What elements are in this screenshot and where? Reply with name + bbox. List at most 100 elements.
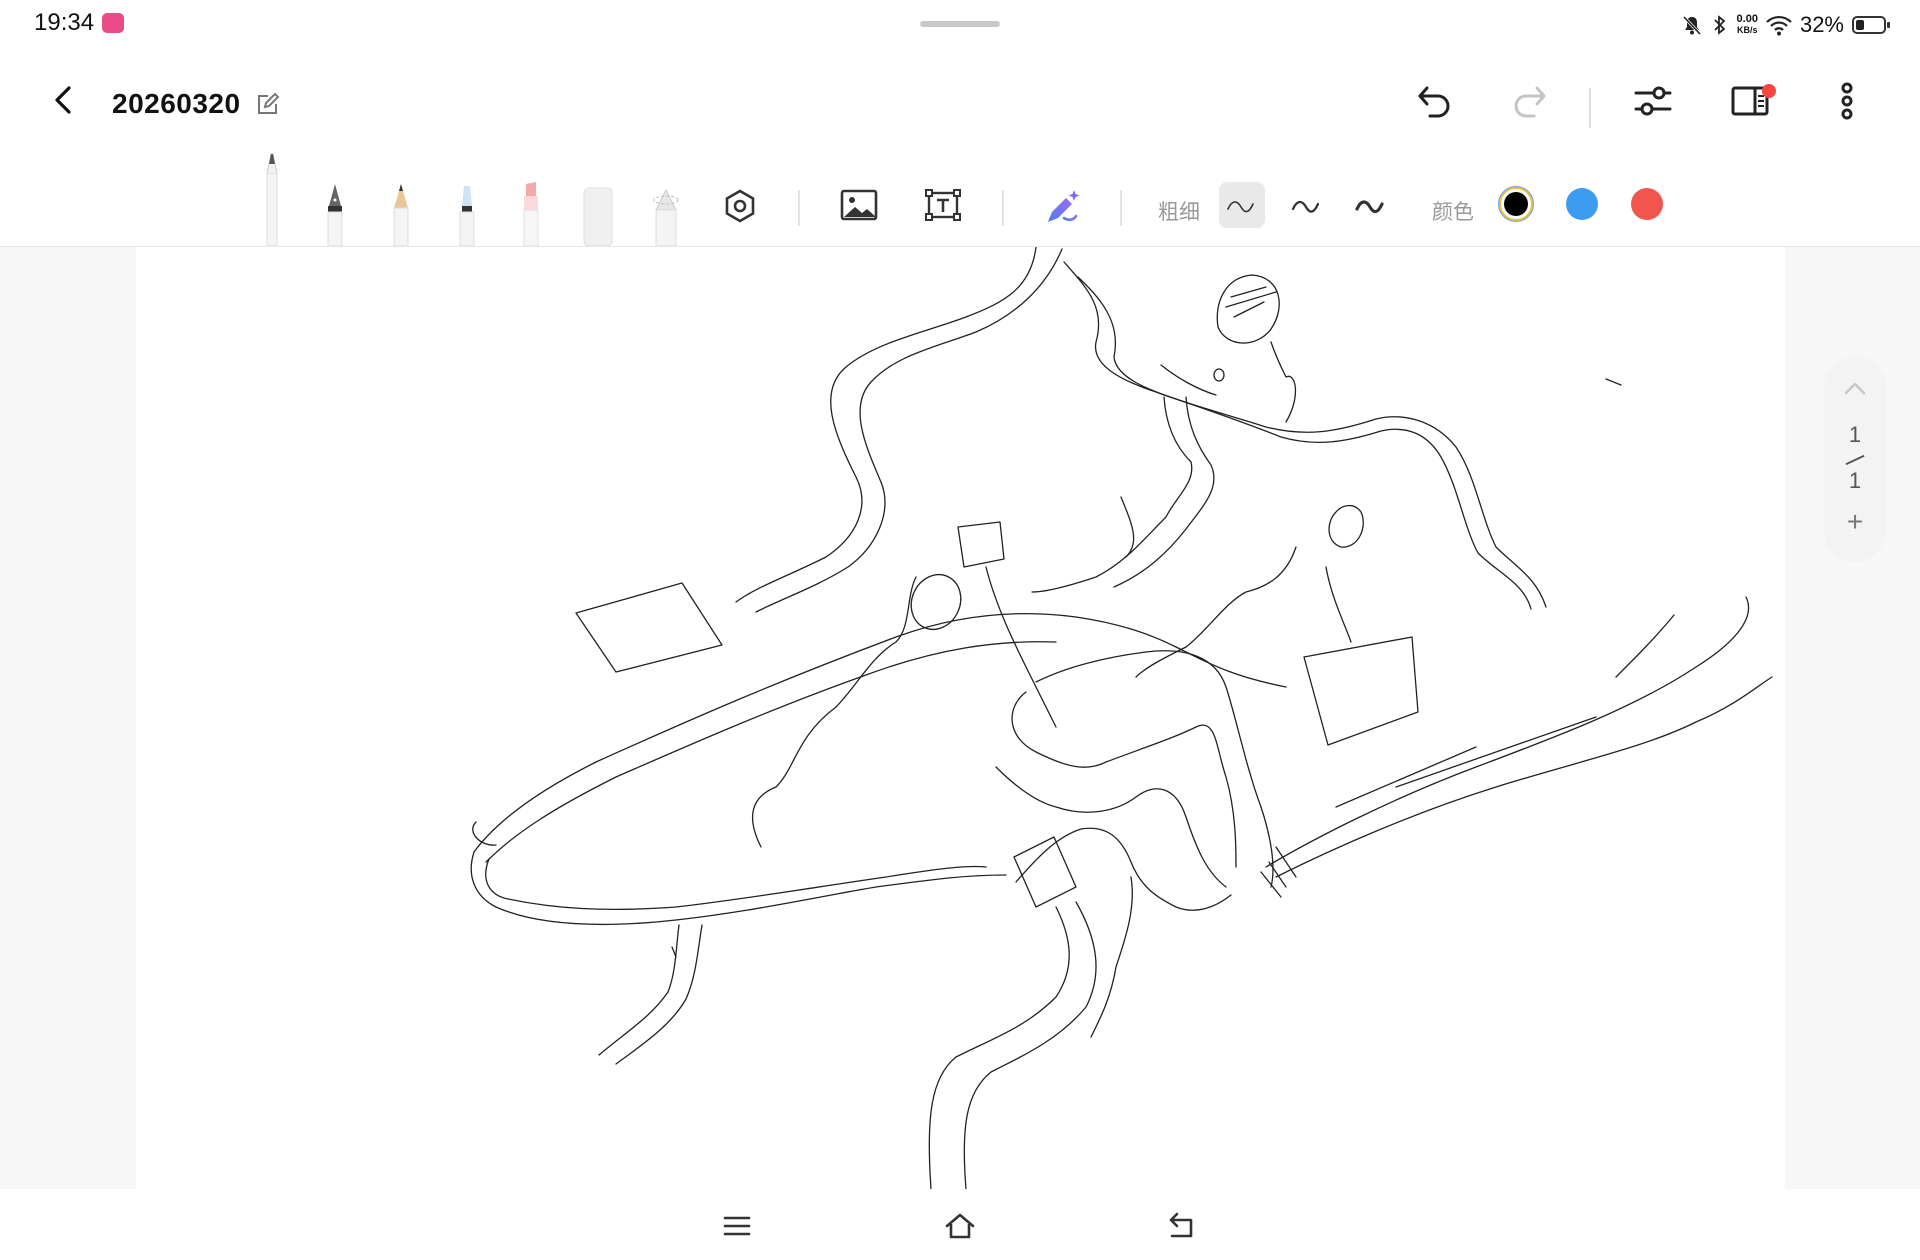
stroke-medium-icon bbox=[1291, 200, 1320, 213]
undo-icon[interactable] bbox=[1412, 78, 1458, 124]
sketch-stroke bbox=[928, 906, 1070, 1189]
ballpoint-pen-tool[interactable] bbox=[256, 152, 288, 246]
total-page-count: 1 bbox=[1848, 468, 1862, 493]
network-speed-unit: KB/s bbox=[1736, 25, 1758, 35]
sketch-stroke bbox=[575, 582, 723, 673]
drag-handle[interactable] bbox=[920, 21, 1000, 27]
sketch-stroke bbox=[615, 924, 703, 1065]
sketch-stroke bbox=[1063, 261, 1547, 608]
stroke-medium-button[interactable] bbox=[1284, 182, 1330, 228]
system-navigation-bar bbox=[0, 1189, 1920, 1260]
sketch-stroke bbox=[1275, 676, 1773, 878]
status-time: 19:34 bbox=[34, 9, 95, 36]
mute-icon bbox=[1682, 15, 1701, 36]
add-page-button[interactable]: + bbox=[1824, 506, 1886, 538]
sketch-stroke bbox=[1260, 846, 1297, 898]
sketch-stroke bbox=[957, 521, 1005, 568]
fountain-pen-tool[interactable] bbox=[320, 182, 350, 246]
battery-icon bbox=[1852, 16, 1890, 34]
sketch-stroke bbox=[735, 247, 1037, 603]
sketch-stroke bbox=[751, 576, 917, 848]
shape-tool-icon[interactable] bbox=[722, 188, 758, 224]
current-page-number: 1 bbox=[1848, 422, 1862, 447]
sketch-stroke bbox=[1335, 716, 1597, 808]
sketch-stroke bbox=[1031, 396, 1193, 593]
toolbar-divider bbox=[798, 190, 800, 226]
sketch-stroke bbox=[473, 612, 1287, 853]
canvas-area[interactable] bbox=[0, 247, 1920, 1189]
status-icons: 0.00 KB/s 32% bbox=[1681, 8, 1920, 42]
sketch-stroke bbox=[910, 574, 962, 630]
sketch-stroke bbox=[1113, 396, 1215, 588]
app-notification-icon bbox=[102, 13, 124, 33]
battery-cap bbox=[1887, 22, 1890, 28]
menu-icon[interactable] bbox=[720, 1209, 754, 1243]
marker-tool[interactable] bbox=[452, 182, 482, 246]
sketch-drawing bbox=[470, 247, 1773, 1189]
sketch-stroke bbox=[598, 924, 680, 1056]
page-up-icon[interactable] bbox=[1841, 378, 1869, 398]
sketch-stroke bbox=[1213, 368, 1225, 382]
note-page[interactable] bbox=[136, 247, 1785, 1189]
text-box-icon[interactable] bbox=[924, 188, 962, 222]
eraser-tool[interactable] bbox=[580, 186, 616, 246]
sketch-stroke bbox=[1270, 341, 1297, 423]
battery-percent: 32% bbox=[1799, 12, 1844, 37]
sketch-stroke bbox=[963, 901, 1097, 1189]
sketch-stroke bbox=[1328, 504, 1364, 548]
sketch-stroke bbox=[755, 248, 1063, 613]
wifi-icon bbox=[1766, 15, 1792, 36]
thickness-label: 粗细 bbox=[1158, 201, 1200, 224]
back-arrow-icon[interactable] bbox=[44, 80, 84, 120]
color-black-button[interactable] bbox=[1504, 192, 1528, 216]
note-header: 20260320 bbox=[0, 50, 1920, 150]
edit-icon[interactable] bbox=[254, 92, 280, 118]
image-insert-icon[interactable] bbox=[840, 188, 878, 222]
sketch-stroke bbox=[1035, 650, 1274, 888]
back-icon[interactable] bbox=[1166, 1209, 1200, 1243]
ai-pen-icon[interactable] bbox=[1042, 188, 1082, 226]
sketch-stroke bbox=[1013, 836, 1077, 908]
sketch-stroke bbox=[1265, 596, 1750, 868]
sketch-stroke bbox=[1615, 614, 1675, 678]
sketch-stroke bbox=[485, 641, 1057, 863]
color-blue-button[interactable] bbox=[1566, 188, 1598, 220]
sketch-stroke bbox=[1216, 274, 1280, 344]
drawing-toolbar: 粗细 颜色 bbox=[0, 150, 1920, 247]
battery-level bbox=[1856, 20, 1864, 30]
network-speed-value: 0.00 bbox=[1736, 13, 1758, 25]
status-bar: 19:34 0.00 KB/s 32% bbox=[0, 0, 1920, 50]
stroke-thin-button[interactable] bbox=[1219, 182, 1265, 228]
sketch-stroke bbox=[1160, 364, 1217, 396]
page-divider bbox=[1845, 454, 1865, 466]
sketch-stroke bbox=[1605, 378, 1622, 386]
header-divider bbox=[1589, 88, 1591, 128]
sketch-stroke bbox=[485, 858, 987, 910]
redo-icon[interactable] bbox=[1506, 78, 1552, 124]
sketch-stroke bbox=[671, 946, 677, 958]
sketch-stroke bbox=[1077, 276, 1532, 610]
network-speed: 0.00 KB/s bbox=[1737, 14, 1758, 36]
sketch-stroke bbox=[1225, 286, 1277, 318]
pencil-tool[interactable] bbox=[386, 182, 416, 246]
sketch-stroke bbox=[472, 821, 497, 846]
stroke-thin-icon bbox=[1227, 201, 1254, 213]
sketch-stroke bbox=[1120, 496, 1135, 558]
toolbar-divider bbox=[1120, 190, 1122, 226]
highlighter-tool[interactable] bbox=[516, 180, 546, 246]
toolbar-divider bbox=[1002, 190, 1004, 226]
color-red-button[interactable] bbox=[1631, 188, 1663, 220]
sketch-stroke bbox=[470, 851, 1007, 926]
more-vertical-icon[interactable] bbox=[1824, 78, 1870, 124]
sketch-stroke bbox=[1303, 636, 1419, 746]
sketch-stroke bbox=[1325, 566, 1352, 643]
sketch-stroke bbox=[1135, 546, 1297, 678]
notification-dot bbox=[1762, 84, 1776, 98]
home-icon[interactable] bbox=[943, 1209, 977, 1243]
stroke-thick-button[interactable] bbox=[1348, 182, 1394, 228]
page-navigator: 1 1 + bbox=[1824, 356, 1886, 562]
adjust-settings-icon[interactable] bbox=[1630, 78, 1676, 124]
note-title[interactable]: 20260320 bbox=[112, 88, 241, 120]
lasso-tool[interactable] bbox=[648, 186, 684, 246]
sketch-stroke bbox=[995, 766, 1227, 888]
